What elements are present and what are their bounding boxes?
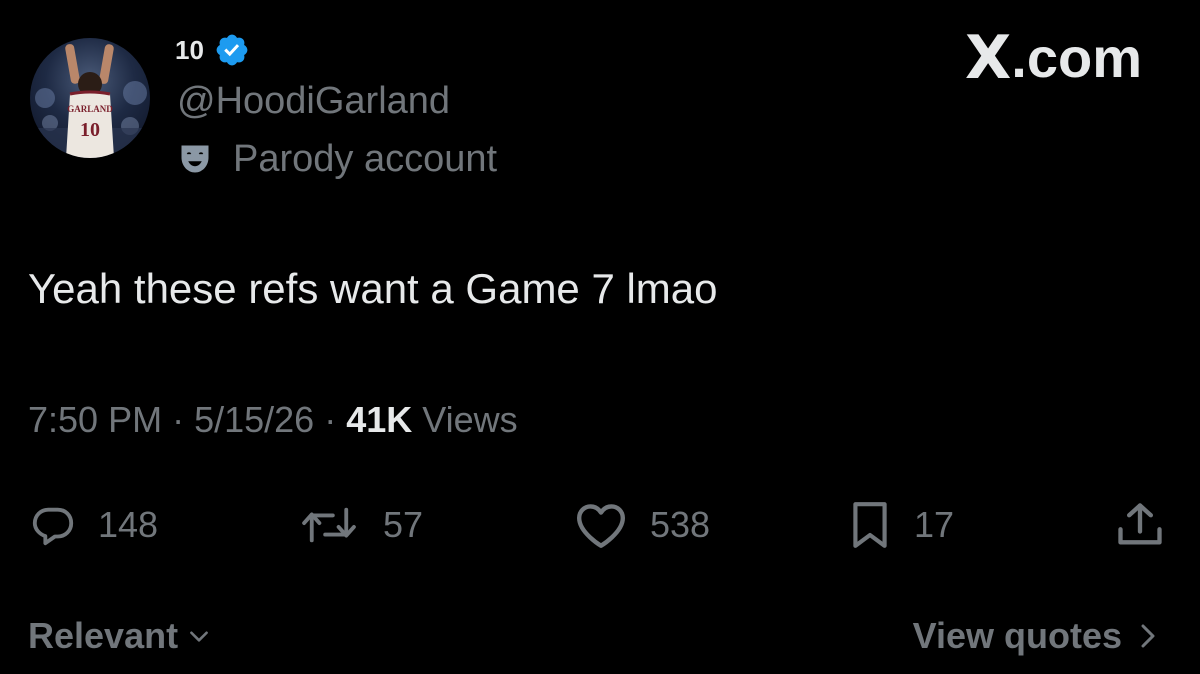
heart-icon [577,504,625,548]
author-name-row: 10 [175,30,250,70]
share-icon [1118,503,1162,545]
brand-domain: .com [1011,26,1142,89]
tweet-meta: 7:50 PM · 5/15/26 · 41K Views [28,402,518,438]
avatar-image: GARLAND 10 [30,44,150,158]
like-count: 538 [650,504,711,545]
bookmark-button[interactable]: 17 [848,490,954,560]
theater-mask-icon [181,145,209,173]
meta-separator: · [172,399,185,440]
tweet-text: Yeah these refs want a Game 7 lmao [28,265,718,312]
avatar[interactable]: GARLAND 10 [30,38,150,158]
tweet-card: GARLAND 10 10 @HoodiGarland Parody accou… [0,0,1200,674]
meta-separator: · [324,399,337,440]
x-logo-icon: X [965,23,1012,93]
like-button[interactable]: 538 [574,490,710,560]
sort-label: Relevant [28,615,179,656]
reply-button[interactable]: 148 [30,490,158,560]
display-name[interactable]: 10 [175,35,204,66]
repost-icon [302,507,356,543]
chevron-right-icon [1141,624,1155,648]
author-handle[interactable]: @HoodiGarland [177,82,450,120]
view-quotes-label: View quotes [912,615,1122,656]
bookmark-count: 17 [914,504,955,545]
parody-account-label: Parody account [177,140,497,178]
account-label-text: Parody account [233,138,498,180]
view-quotes-link[interactable]: View quotes [913,618,1160,654]
sort-replies-dropdown[interactable]: Relevant [28,618,212,654]
views-label[interactable]: Views [422,402,517,438]
reply-icon [32,507,74,546]
repost-button[interactable]: 57 [297,490,423,560]
tweet-date[interactable]: 5/15/26 [194,402,314,438]
chevron-down-icon [190,631,208,642]
verified-badge-icon[interactable] [214,32,250,68]
views-count[interactable]: 41K [346,402,412,438]
avatar-jersey-text: GARLAND [67,104,113,114]
brand-logo: X .com [965,28,1142,88]
share-button[interactable] [1114,490,1166,560]
avatar-jersey-number: 10 [80,119,100,141]
bookmark-icon [853,502,887,548]
repost-count: 57 [383,504,424,545]
tweet-actions: 148 57 538 17 [0,490,1200,560]
tweet-time[interactable]: 7:50 PM [28,402,162,438]
reply-count: 148 [98,504,159,545]
